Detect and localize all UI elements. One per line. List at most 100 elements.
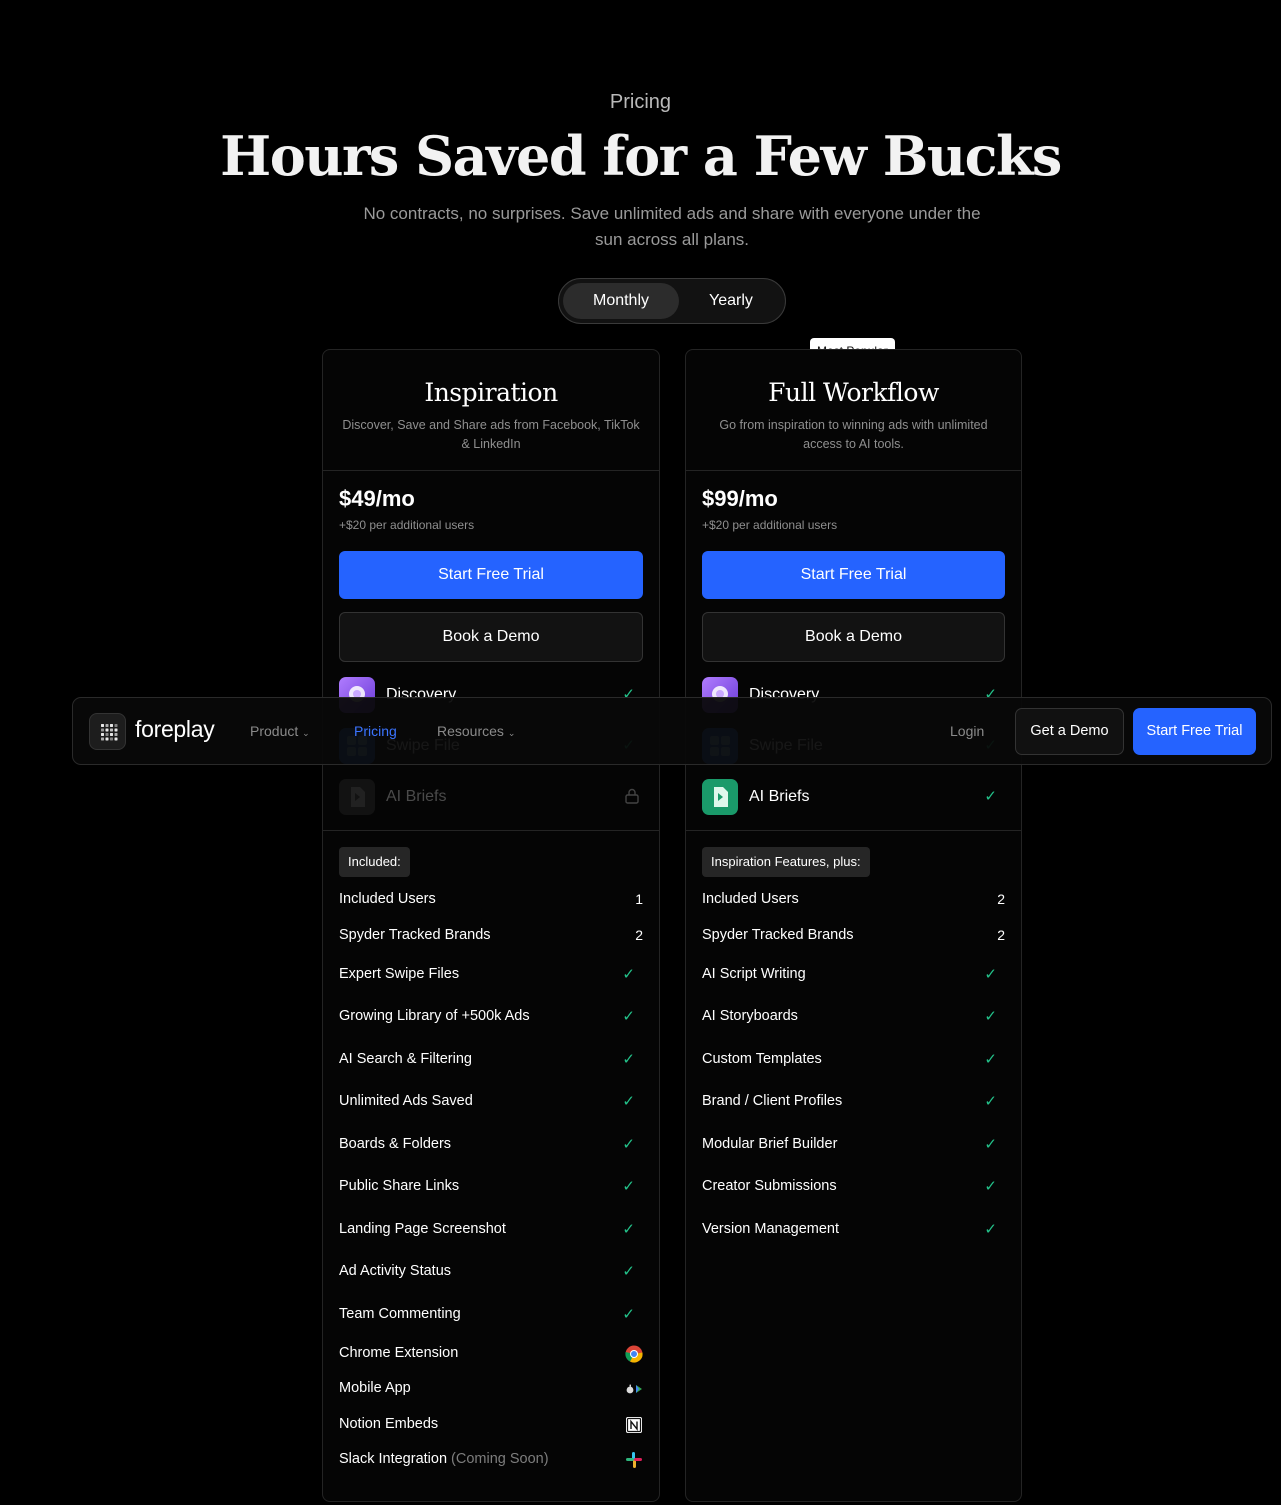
feature-row: Notion Embeds [339,1414,643,1436]
tool-row: AI Briefs [339,779,643,815]
check-icon: ✓ [984,1051,997,1068]
feature-row: Landing Page Screenshot ✓ [339,1219,643,1241]
feature-label: Included Users [339,891,436,907]
feature-label-text: AI Storyboards [702,1008,798,1024]
tool-label: AI Briefs [749,788,810,805]
feature-label: Landing Page Screenshot [339,1221,506,1237]
feature-label: Notion Embeds [339,1416,438,1432]
divider [323,470,659,471]
feature-label-text: Team Commenting [339,1306,461,1322]
book-a-demo-button[interactable]: Book a Demo [702,612,1005,662]
feature-row: Spyder Tracked Brands 2 [702,925,1005,947]
plan-description: Go from inspiration to winning ads with … [719,418,988,451]
feature-row: Slack Integration (Coming Soon) [339,1449,643,1471]
feature-label-text: Included Users [702,891,799,907]
start-free-trial-button[interactable]: Start Free Trial [339,551,643,599]
chevron-down-icon: ⌄ [507,728,516,738]
feature-label-text: Spyder Tracked Brands [339,927,491,943]
feature-label: Custom Templates [702,1051,822,1067]
check-icon: ✓ [984,1008,997,1025]
feature-label-text: Unlimited Ads Saved [339,1093,473,1109]
feature-label-text: Brand / Client Profiles [702,1093,843,1109]
page-title: Hours Saved for a Few Bucks [220,124,1062,188]
feature-row: AI Storyboards ✓ [702,1006,1005,1028]
feature-label: AI Search & Filtering [339,1051,472,1067]
check-icon: ✓ [984,1221,997,1238]
ai-briefs-icon [702,779,738,815]
billing-yearly-option[interactable]: Yearly [679,283,783,319]
plan-price: $99/mo [702,486,778,511]
feature-label-text: Public Share Links [339,1178,460,1194]
login-link[interactable]: Login [950,723,984,739]
check-icon: ✓ [622,1008,635,1025]
feature-label: Slack Integration (Coming Soon) [339,1451,549,1467]
feature-label: Creator Submissions [702,1178,837,1194]
feature-label-text: Version Management [702,1221,840,1237]
top-navbar: foreplay Product ⌄ Pricing Resources ⌄ L… [72,697,1272,765]
feature-row: Boards & Folders ✓ [339,1134,643,1156]
feature-row: Unlimited Ads Saved ✓ [339,1091,643,1113]
feature-row: AI Search & Filtering ✓ [339,1049,643,1071]
nav-start-free-trial-button[interactable]: Start Free Trial [1133,708,1256,755]
feature-label: Public Share Links [339,1178,459,1194]
feature-value: 2 [635,927,643,943]
feature-value: 2 [997,891,1005,907]
feature-row: Public Share Links ✓ [339,1176,643,1198]
divider [323,830,659,831]
plan-name: Inspiration [424,378,558,407]
feature-label-text: Included Users [339,891,436,907]
nav-resources-link[interactable]: Resources ⌄ [437,723,515,739]
slack-icon [625,1451,643,1469]
check-icon: ✓ [984,1136,997,1153]
divider [686,470,1021,471]
plan-price: $49/mo [339,486,415,511]
feature-label-text: Boards & Folders [339,1136,452,1152]
tool-row: AI Briefs ✓ [702,779,1005,815]
nav-product-link[interactable]: Product ⌄ [250,723,310,739]
check-icon: ✓ [984,1178,997,1195]
billing-toggle: Monthly Yearly [558,278,786,324]
feature-label-text: Spyder Tracked Brands [702,927,854,943]
feature-label-text: Slack Integration [339,1451,448,1467]
feature-label-text: AI Search & Filtering [339,1051,472,1067]
feature-label: Modular Brief Builder [702,1136,837,1152]
feature-label: Included Users [702,891,799,907]
feature-label-text: Ad Activity Status [339,1263,452,1279]
billing-monthly-option[interactable]: Monthly [563,283,679,319]
feature-label: Spyder Tracked Brands [702,927,854,943]
check-icon: ✓ [984,966,997,983]
feature-row: Custom Templates ✓ [702,1049,1005,1071]
book-a-demo-button[interactable]: Book a Demo [339,612,643,662]
check-icon: ✓ [622,1136,635,1153]
brand-name[interactable]: foreplay [135,716,215,743]
feature-label: Version Management [702,1221,839,1237]
check-icon: ✓ [984,788,997,805]
foreplay-logo-icon[interactable] [89,713,126,750]
get-a-demo-button[interactable]: Get a Demo [1015,708,1124,755]
plan-card-inspiration: Inspiration Discover, Save and Share ads … [322,349,660,1502]
feature-row: Included Users 1 [339,889,643,911]
start-free-trial-button[interactable]: Start Free Trial [702,551,1005,599]
feature-label: AI Script Writing [702,966,806,982]
plan-name: Full Workflow [768,378,939,407]
feature-value: 1 [635,891,643,907]
check-icon: ✓ [622,1306,635,1323]
feature-label-text: Modular Brief Builder [702,1136,838,1152]
feature-label-text: Chrome Extension [339,1345,459,1361]
feature-label: Spyder Tracked Brands [339,927,491,943]
nav-pricing-link[interactable]: Pricing [354,723,397,739]
feature-row: Mobile App [339,1378,643,1400]
feature-value: 2 [997,927,1005,943]
check-icon: ✓ [622,1093,635,1110]
check-icon: ✓ [622,1263,635,1280]
feature-row: Included Users 2 [702,889,1005,911]
coming-soon-label: (Coming Soon) [451,1451,549,1467]
features-heading-pill: Included: [339,847,410,877]
feature-label: Expert Swipe Files [339,966,459,982]
feature-row: Modular Brief Builder ✓ [702,1134,1005,1156]
feature-label-text: Growing Library of +500k Ads [339,1008,530,1024]
feature-row: Team Commenting ✓ [339,1304,643,1326]
lock-icon [625,788,639,804]
feature-row: Creator Submissions ✓ [702,1176,1005,1198]
feature-label: Mobile App [339,1380,411,1396]
